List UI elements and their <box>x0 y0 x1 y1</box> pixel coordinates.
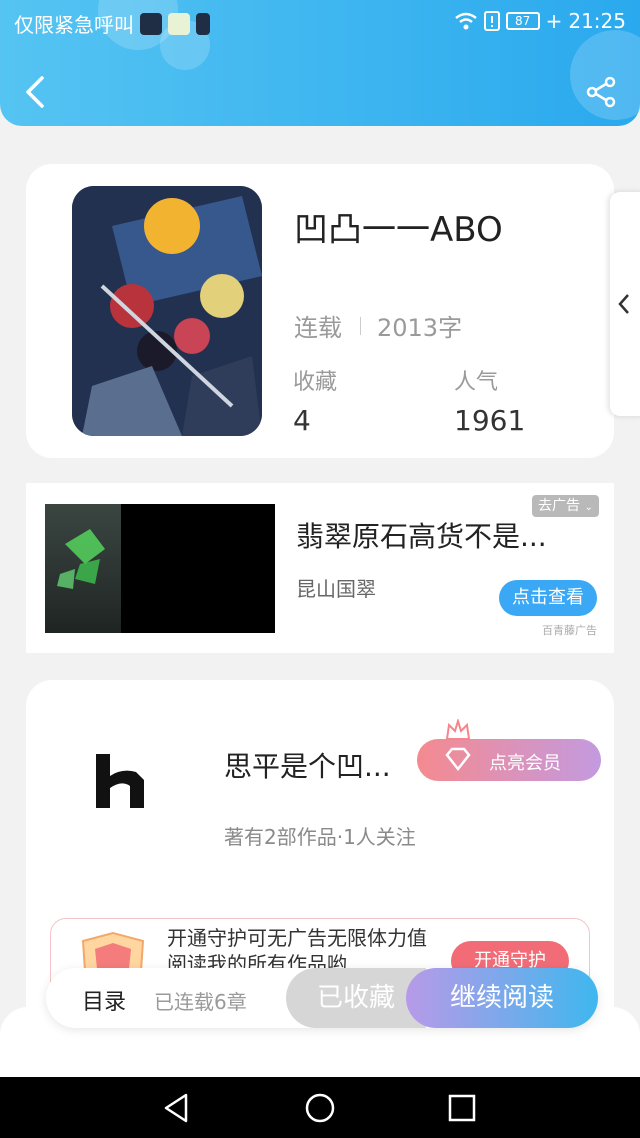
battery-icon: 87 <box>505 12 540 30</box>
sim-alert-icon <box>483 11 500 31</box>
status-bar: 仅限紧急呼叫 87 + 21:25 <box>0 0 640 44</box>
diamond-icon <box>445 747 471 772</box>
wifi-icon <box>454 12 477 30</box>
book-cover[interactable] <box>72 186 262 436</box>
ad-image-jade <box>45 504 121 633</box>
ad-image[interactable] <box>45 504 275 633</box>
share-icon[interactable] <box>586 76 618 108</box>
chevron-left-icon <box>618 294 629 314</box>
continue-reading-button[interactable]: 继续阅读 <box>406 968 598 1028</box>
home-circle-icon[interactable] <box>303 1091 337 1125</box>
toc-button[interactable]: 目录 <box>82 984 126 1016</box>
chevron-down-icon: ⌄ <box>584 502 593 513</box>
side-drawer-tab[interactable] <box>610 192 640 416</box>
ad-mark: 百青藤广告 <box>542 624 597 637</box>
system-nav-bar <box>0 1077 640 1138</box>
app-icon <box>140 12 162 35</box>
vip-button-label: 点亮会员 <box>489 753 561 774</box>
ad-banner[interactable]: 翡翠原石高货不是... 昆山国翠 去广告 ⌄ 点击查看 百青藤广告 <box>26 483 614 653</box>
remove-ad-label: 去广告 <box>538 498 580 514</box>
vip-button[interactable]: 点亮会员 <box>417 719 601 781</box>
charging-icon: + <box>545 9 563 33</box>
divider <box>360 316 361 335</box>
popularity-count: 1961 <box>454 404 526 437</box>
clock: 21:25 <box>568 9 626 33</box>
bottom-action-bar: 目录 已连载6章 已收藏 继续阅读 <box>46 968 598 1028</box>
serial-status: 连载 <box>294 314 342 342</box>
favorites-label: 收藏 <box>293 370 338 395</box>
book-title: 凹凸一一ABO <box>294 210 503 250</box>
jade-graphic <box>57 529 105 589</box>
crown-icon <box>445 719 471 740</box>
word-count: 2013字 <box>377 314 463 342</box>
recents-square-icon[interactable] <box>445 1091 479 1125</box>
favorited-button[interactable]: 已收藏 <box>286 968 426 1028</box>
back-arrow-icon[interactable] <box>20 74 52 110</box>
book-status-row: 连载 2013字 <box>294 308 462 343</box>
book-info-card: 凹凸一一ABO 连载 2013字 收藏 4 人气 1961 <box>26 164 614 458</box>
author-avatar[interactable] <box>92 750 148 812</box>
chapter-count: 已连载6章 <box>154 990 247 1014</box>
favorites-count: 4 <box>293 404 311 437</box>
back-triangle-icon[interactable] <box>160 1091 194 1125</box>
ad-title: 翡翠原石高货不是... <box>296 520 547 553</box>
ad-source: 昆山国翠 <box>296 577 376 601</box>
popularity-label: 人气 <box>454 370 499 395</box>
ad-view-button[interactable]: 点击查看 <box>499 580 597 616</box>
sim-icon <box>196 12 210 35</box>
author-info: 著有2部作品·1人关注 <box>224 825 416 849</box>
status-text: 仅限紧急呼叫 <box>14 13 134 37</box>
author-name: 思平是个凹... <box>224 750 391 783</box>
remove-ad-button[interactable]: 去广告 ⌄ <box>532 495 599 517</box>
header: 仅限紧急呼叫 87 + 21:25 <box>0 0 640 126</box>
cover-art <box>72 186 262 436</box>
wechat-icon <box>168 12 190 35</box>
